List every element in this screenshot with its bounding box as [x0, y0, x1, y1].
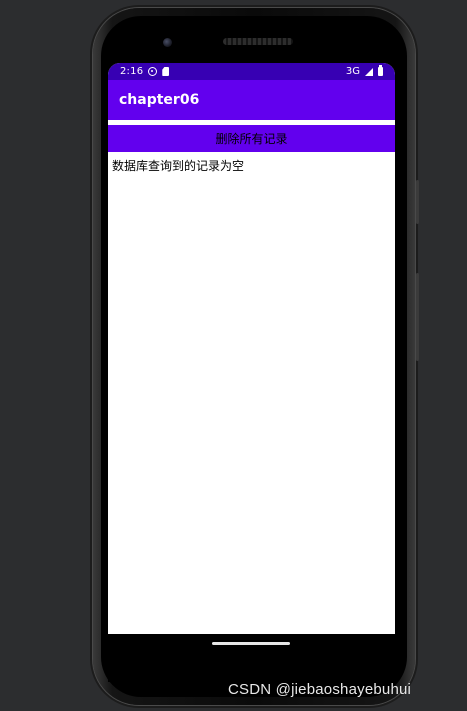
app-title: chapter06 — [119, 92, 200, 108]
power-button[interactable] — [416, 273, 419, 361]
status-left: 2:16 — [120, 66, 170, 77]
status-right: 3G — [345, 65, 383, 77]
watermark: CSDN @jiebaoshayebuhui — [228, 681, 412, 698]
earpiece-speaker — [223, 38, 293, 45]
app-bar: chapter06 — [108, 80, 395, 120]
front-camera-icon — [163, 38, 172, 47]
status-time: 2:16 — [120, 66, 144, 77]
volume-button[interactable] — [416, 180, 419, 224]
editor-background: 2:16 3G chapter06 删除所有记录 数据库查询到的记录为空 CSD… — [0, 0, 467, 711]
home-gesture-handle[interactable] — [212, 642, 290, 645]
battery-icon — [378, 65, 383, 76]
query-result-text: 数据库查询到的记录为空 — [112, 159, 245, 173]
network-type: 3G — [345, 66, 360, 77]
signal-icon — [365, 67, 373, 76]
app-screen: 2:16 3G chapter06 删除所有记录 数据库查询到的记录为空 — [108, 63, 395, 634]
settings-icon — [148, 67, 158, 76]
delete-all-records-button[interactable]: 删除所有记录 — [108, 125, 395, 152]
navigation-bar — [108, 634, 395, 682]
status-bar: 2:16 3G — [108, 63, 395, 80]
sd-card-icon — [162, 67, 170, 76]
